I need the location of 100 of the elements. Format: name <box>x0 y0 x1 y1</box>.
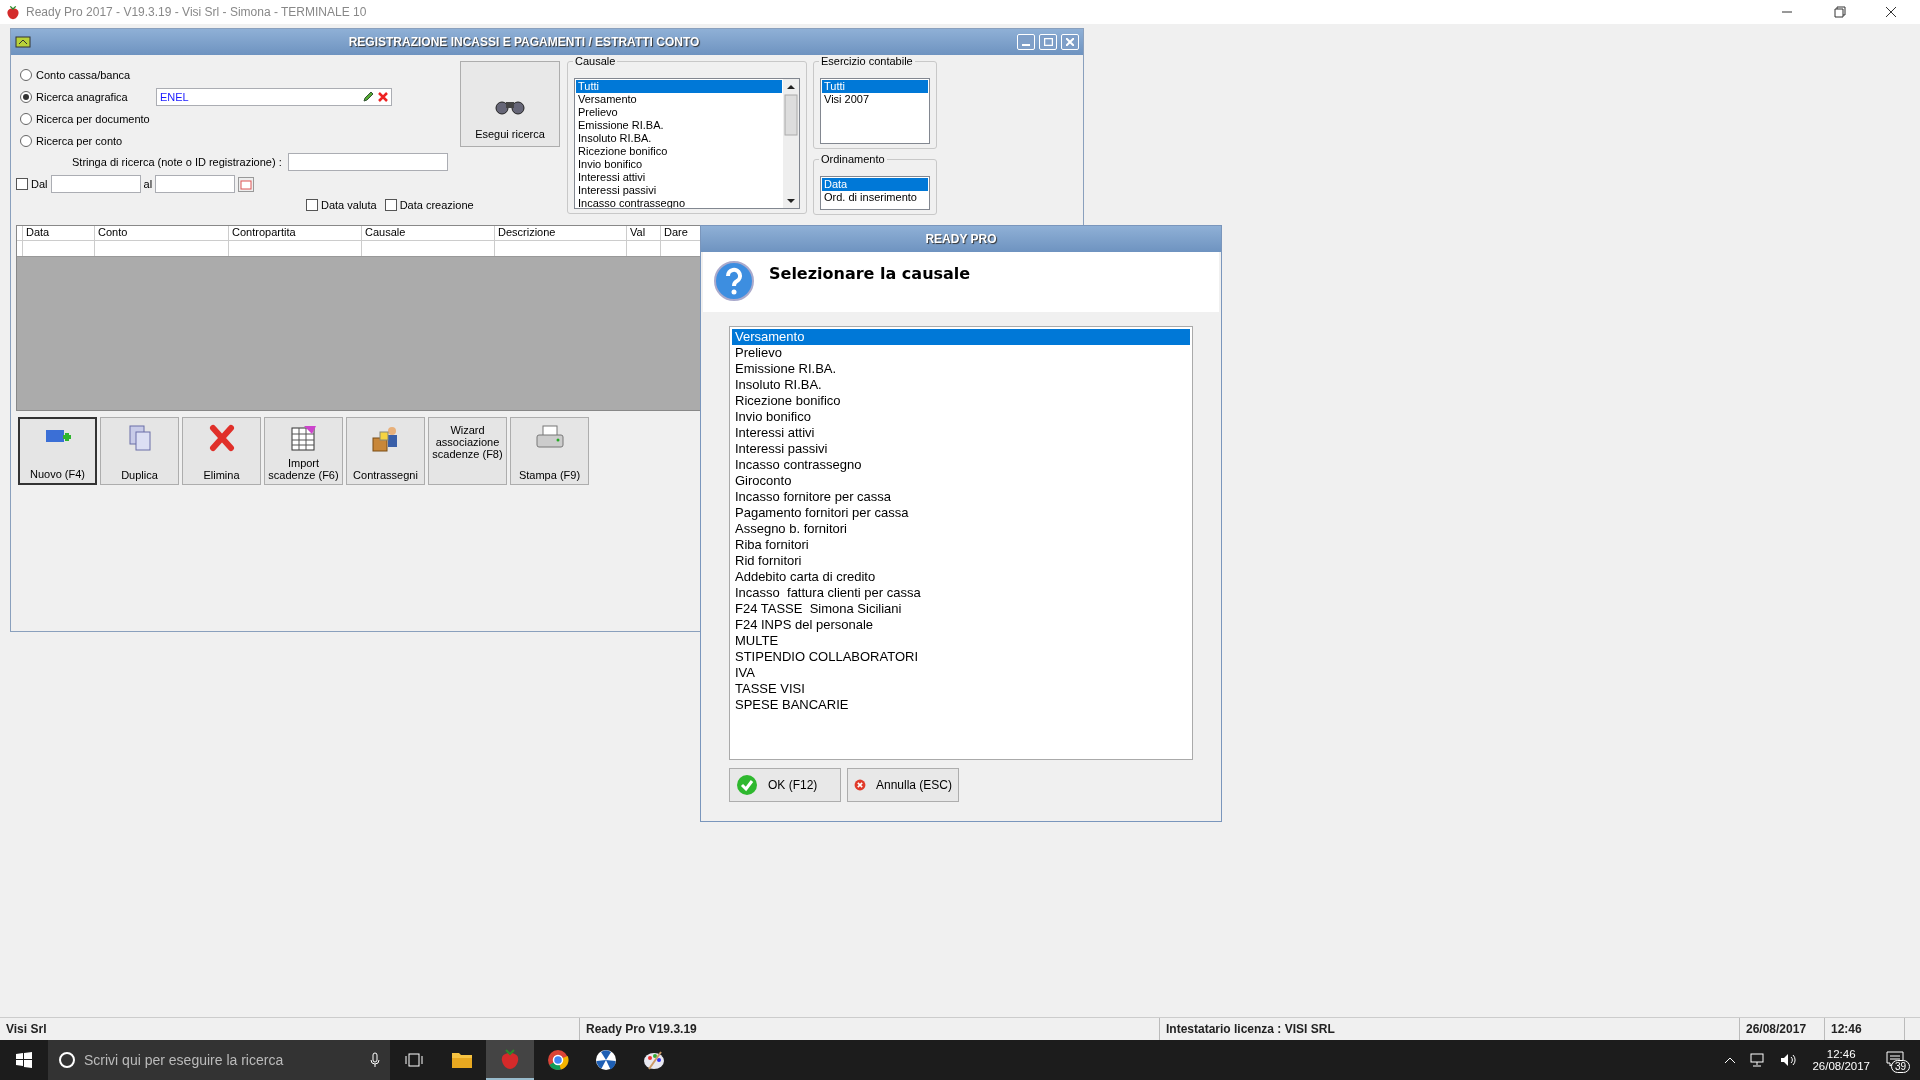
toolbar-button[interactable]: Stampa (F9) <box>510 417 589 485</box>
list-item[interactable]: Versamento <box>732 329 1190 345</box>
strawberry-icon <box>500 1048 520 1070</box>
list-item[interactable]: Assegno b. fornitori <box>732 521 1190 537</box>
list-item[interactable]: Interessi passivi <box>732 441 1190 457</box>
list-item[interactable]: Emissione RI.BA. <box>732 361 1190 377</box>
window-title: REGISTRAZIONE INCASSI E PAGAMENTI / ESTRATTI CONTO <box>347 35 701 49</box>
radiation-icon <box>595 1049 617 1071</box>
list-item[interactable]: Pagamento fornitori per cassa <box>732 505 1190 521</box>
date-to-field[interactable] <box>155 175 236 193</box>
date-to-label: al <box>143 178 153 190</box>
list-box[interactable] <box>729 326 1193 760</box>
cancel-button[interactable]: Annulla (ESC) <box>847 768 959 802</box>
clear-icon <box>378 92 388 102</box>
toolbar-button[interactable]: Duplica <box>100 417 179 485</box>
list-item[interactable]: Tutti <box>822 80 928 93</box>
browser-icon <box>547 1049 569 1071</box>
maximize-button[interactable] <box>1039 34 1057 50</box>
date-option-checkbox[interactable]: Data creazione <box>384 199 474 211</box>
list-item[interactable]: Prelievo <box>732 345 1190 361</box>
microphone-icon <box>370 1052 380 1068</box>
group-title: Ordinamento <box>819 153 887 165</box>
palette-icon <box>643 1049 665 1071</box>
search-icon <box>58 1051 76 1069</box>
search-string-label: Stringa di ricerca (note o ID registrazione) : <box>72 156 282 168</box>
task-view-icon <box>405 1053 423 1067</box>
dialog-prompt: Selezionare la causale <box>769 264 971 285</box>
list-item[interactable]: Interessi attivi <box>732 425 1190 441</box>
window-app-icon <box>15 35 31 49</box>
list-item[interactable]: MULTE <box>732 633 1190 649</box>
column-header[interactable]: Data <box>23 226 95 240</box>
column-header[interactable]: Contropartita <box>229 226 362 240</box>
date-option-checkbox[interactable]: Data valuta <box>306 199 377 211</box>
list-item[interactable]: SPESE BANCARIE <box>732 697 1190 713</box>
column-header[interactable]: Causale <box>362 226 495 240</box>
list-item[interactable]: Incasso contrassegno <box>732 457 1190 473</box>
delete-icon <box>208 424 235 452</box>
group-title: Causale <box>573 55 618 67</box>
calendar-icon[interactable] <box>238 176 255 192</box>
column-header[interactable]: Conto <box>95 226 229 240</box>
notification-count: 39 <box>1890 1060 1910 1073</box>
spreadsheet-icon <box>289 424 318 452</box>
list-item[interactable]: Versamento <box>576 93 782 106</box>
clock[interactable]: 12:46 26/08/2017 <box>1804 1048 1878 1072</box>
toolbar-button[interactable]: Wizard associazione scadenze (F8) <box>428 417 507 485</box>
list-item[interactable]: Addebito carta di credito <box>732 569 1190 585</box>
list-item[interactable]: Ricezione bonifico <box>576 145 782 158</box>
list-item[interactable]: Giroconto <box>732 473 1190 489</box>
list-item[interactable]: Invio bonifico <box>732 409 1190 425</box>
list-item[interactable]: Tutti <box>576 80 782 93</box>
close-button[interactable] <box>1061 34 1079 50</box>
list-item[interactable]: Emissione RI.BA. <box>576 119 782 132</box>
windows-logo-icon <box>16 1052 32 1068</box>
list-item[interactable]: STIPENDIO COLLABORATORI <box>732 649 1190 665</box>
date-from-field[interactable] <box>50 175 141 193</box>
list-item[interactable]: Riba fornitori <box>732 537 1190 553</box>
radio-option[interactable]: Conto cassa/banca <box>20 69 156 81</box>
column-header[interactable]: Descrizione <box>495 226 627 240</box>
caret-up-icon[interactable] <box>1724 1056 1737 1064</box>
taskbar-search-field[interactable]: Scrivi qui per eseguire la ricerca <box>48 1040 390 1080</box>
list-item[interactable]: Interessi passivi <box>576 184 782 197</box>
toolbar-button[interactable]: Contrassegni <box>346 417 425 485</box>
list-item[interactable]: Rid fornitori <box>732 553 1190 569</box>
list-box[interactable]: Tutti Visi 2007 <box>820 78 930 144</box>
list-item[interactable]: F24 TASSE Simona Siciliani <box>732 601 1190 617</box>
search-button[interactable]: Esegui ricerca <box>460 61 560 147</box>
minimize-button[interactable] <box>1017 34 1035 50</box>
list-box[interactable]: Data Ord. di inserimento <box>820 176 930 210</box>
list-item[interactable]: IVA <box>732 665 1190 681</box>
strawberry-icon <box>6 4 20 20</box>
list-item[interactable]: Ord. di inserimento <box>822 191 928 204</box>
radio-option[interactable]: Ricerca per documento <box>20 113 156 125</box>
list-item[interactable]: Invio bonifico <box>576 158 782 171</box>
list-item[interactable]: Data <box>822 178 928 191</box>
toolbar-button[interactable]: Import scadenze (F6) <box>264 417 343 485</box>
list-item[interactable]: Prelievo <box>576 106 782 119</box>
list-item[interactable]: Incasso fornitore per cassa <box>732 489 1190 505</box>
list-item[interactable]: Interessi attivi <box>576 171 782 184</box>
toolbar-button[interactable]: Elimina <box>182 417 261 485</box>
column-header[interactable]: Val <box>627 226 661 240</box>
app-title: Ready Pro 2017 - V19.3.19 - Visi Srl - Simona - TERMINALE 10 <box>26 5 368 19</box>
list-item[interactable]: TASSE VISI <box>732 681 1190 697</box>
search-field[interactable]: ENEL <box>156 88 392 106</box>
pencil-icon <box>362 91 374 103</box>
list-item[interactable]: Incasso fattura clienti per cassa <box>732 585 1190 601</box>
date-from-checkbox[interactable]: Dal <box>16 178 48 190</box>
list-item[interactable]: Visi 2007 <box>822 93 928 106</box>
list-item[interactable]: F24 INPS del personale <box>732 617 1190 633</box>
list-item[interactable]: Insoluto RI.BA. <box>576 132 782 145</box>
list-item[interactable]: Ricezione bonifico <box>732 393 1190 409</box>
close-icon <box>1066 38 1074 46</box>
ok-button[interactable]: OK (F12) <box>729 768 841 802</box>
search-string-field[interactable] <box>287 153 448 171</box>
radio-option[interactable]: Ricerca per conto <box>20 135 156 147</box>
list-item[interactable]: Insoluto RI.BA. <box>732 377 1190 393</box>
speaker-icon[interactable] <box>1780 1053 1799 1067</box>
toolbar-button[interactable]: Nuovo (F4) <box>18 417 97 485</box>
radio-option[interactable]: Ricerca anagrafica <box>20 91 156 103</box>
documents-icon <box>126 424 153 452</box>
group-title: Esercizio contabile <box>819 55 915 67</box>
